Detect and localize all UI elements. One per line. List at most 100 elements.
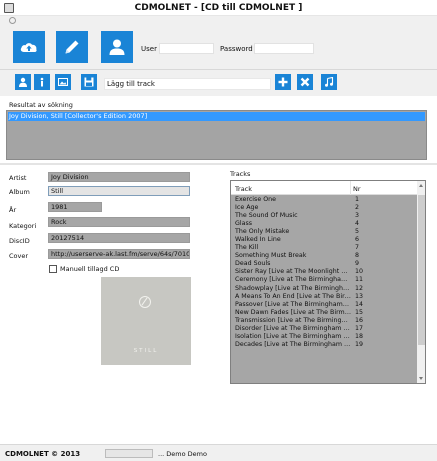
password-label: Password [220,45,253,53]
track-name: A Means To An End [Live at The Birmi... [235,292,351,300]
track-row[interactable]: Sister Ray [Live at The Moonlight Club..… [231,268,417,276]
search-results-list[interactable]: Joy Division, Still [Collector's Edition… [6,110,427,160]
track-name: Ice Age [235,204,259,212]
window-title: CDMOLNET - [CD till CDMOLNET ] [134,3,303,13]
column-separator[interactable] [350,181,351,195]
cloud-upload-icon [20,43,37,52]
user-input[interactable] [159,43,214,54]
add-track-button[interactable] [275,74,291,90]
scrollbar-thumb[interactable] [418,195,425,345]
track-row[interactable]: Decades [Live at The Birmingham High... 1… [231,341,417,349]
info-button[interactable] [34,74,50,90]
track-number: 7 [355,244,360,252]
track-name: Decades [Live at The Birmingham High... [235,340,351,348]
track-name: Transmission [Live at The Birmingham ... [235,316,351,324]
album-field[interactable]: Still [48,186,190,196]
track-name: Walked In Line [235,236,281,244]
category-label: Kategori [9,222,37,230]
splitter[interactable] [0,163,437,165]
album-cover-image: STILL [101,277,191,365]
cover-url-field[interactable]: http://userserve-ak.last.fm/serve/64s/70… [48,249,190,259]
discid-label: DiscID [9,237,30,245]
artist-label: Artist [9,174,27,182]
track-row[interactable]: Transmission [Live at The Birmingham ...… [231,317,417,325]
image-icon [58,78,68,86]
track-row[interactable]: The Kill 7 [231,244,417,252]
edit-button[interactable] [56,31,88,63]
track-row[interactable]: A Means To An End [Live at The Birmi... 1… [231,293,417,301]
track-row[interactable]: New Dawn Fades [Live at The Birmingh... 1… [231,309,417,317]
track-number: 6 [355,236,360,244]
track-row[interactable]: Dead Souls 9 [231,260,417,268]
manual-cd-checkbox[interactable] [49,265,57,273]
image-button[interactable] [55,74,71,90]
track-row[interactable]: Disorder [Live at The Birmingham High...… [231,325,417,333]
track-row[interactable]: Ice Age 2 [231,204,417,212]
add-icon [278,77,288,87]
track-number: 4 [355,220,360,228]
discid-field[interactable]: 20127514 [48,233,190,243]
track-name: Isolation [Live at The Birmingham High..… [235,332,351,340]
status-bar: CDMOLNET © 2013 ... Demo Demo [0,444,437,461]
track-name: The Only Mistake [235,228,290,236]
track-name: Shadowplay [Live at The Birmingham ... [235,284,351,292]
year-label: År [9,206,17,214]
info-icon [40,77,44,87]
add-track-input[interactable]: Lägg till track [104,78,271,90]
track-row[interactable]: Passover [Live at The Birmingham Hig... 1… [231,301,417,309]
tracks-list[interactable]: Track Nr Exercise One 1 Ice Age 2 The Sound … [230,180,426,384]
status-brand: CDMOLNET © 2013 [5,450,81,458]
save-button[interactable] [81,74,97,90]
track-row[interactable]: Ceremony [Live at The Birmingham High...… [231,276,417,284]
track-row[interactable]: Something Must Break 8 [231,252,417,260]
track-name: The Kill [235,244,259,252]
track-number: 10 [355,268,364,276]
category-field[interactable]: Rock [48,217,190,227]
scroll-up-icon[interactable] [419,184,423,187]
track-row[interactable]: Isolation [Live at The Birmingham High..… [231,333,417,341]
track-name: Dead Souls [235,260,271,268]
artist-search-button[interactable] [15,74,31,90]
track-name: Disorder [Live at The Birmingham High... [235,324,351,332]
track-number: 18 [355,332,364,340]
track-row[interactable]: The Only Mistake 5 [231,228,417,236]
track-row[interactable]: Walked In Line 6 [231,236,417,244]
track-number: 16 [355,316,364,324]
track-name: Glass [235,220,253,228]
track-name: Something Must Break [235,252,307,260]
top-toolbar: User Password [0,26,437,70]
track-number: 19 [355,340,364,348]
mdi-window-icon[interactable] [9,17,16,24]
track-name: New Dawn Fades [Live at The Birmingh... [235,308,351,316]
results-label: Resultat av sökning [9,101,73,109]
password-input[interactable] [254,43,314,54]
track-name: Exercise One [235,196,277,203]
result-item[interactable]: Joy Division, Still [Collector's Edition… [8,112,425,121]
cover-label: Cover [9,252,29,260]
save-icon [84,77,94,87]
track-row[interactable]: Exercise One 1 [231,196,417,204]
track-number: 12 [355,284,364,292]
track-name: Passover [Live at The Birmingham Hig... [235,300,351,308]
col-nr-header[interactable]: Nr [353,185,361,193]
track-name: Sister Ray [Live at The Moonlight Club..… [235,268,351,276]
manual-cd-label: Manuell tillagd CD [60,265,120,273]
artist-field[interactable]: Joy Division [48,172,190,182]
delete-track-button[interactable] [297,74,313,90]
track-number: 1 [355,196,360,203]
title-bar: CDMOLNET - [CD till CDMOLNET ] [0,0,437,16]
cloud-upload-button[interactable] [13,31,45,63]
track-row[interactable]: Glass 4 [231,220,417,228]
track-row[interactable]: Shadowplay [Live at The Birmingham ... 12 [231,285,417,293]
year-field[interactable]: 1981 [48,202,102,212]
music-button[interactable] [321,74,337,90]
col-track-header[interactable]: Track [235,185,252,193]
track-row[interactable]: The Sound Of Music 3 [231,212,417,220]
track-number: 13 [355,292,364,300]
track-number: 2 [355,204,360,212]
user-button[interactable] [101,31,133,63]
track-name: The Sound Of Music [235,212,298,220]
scroll-down-icon[interactable] [419,377,423,380]
user-label: User [141,45,157,53]
tracks-scrollbar[interactable] [417,181,425,383]
